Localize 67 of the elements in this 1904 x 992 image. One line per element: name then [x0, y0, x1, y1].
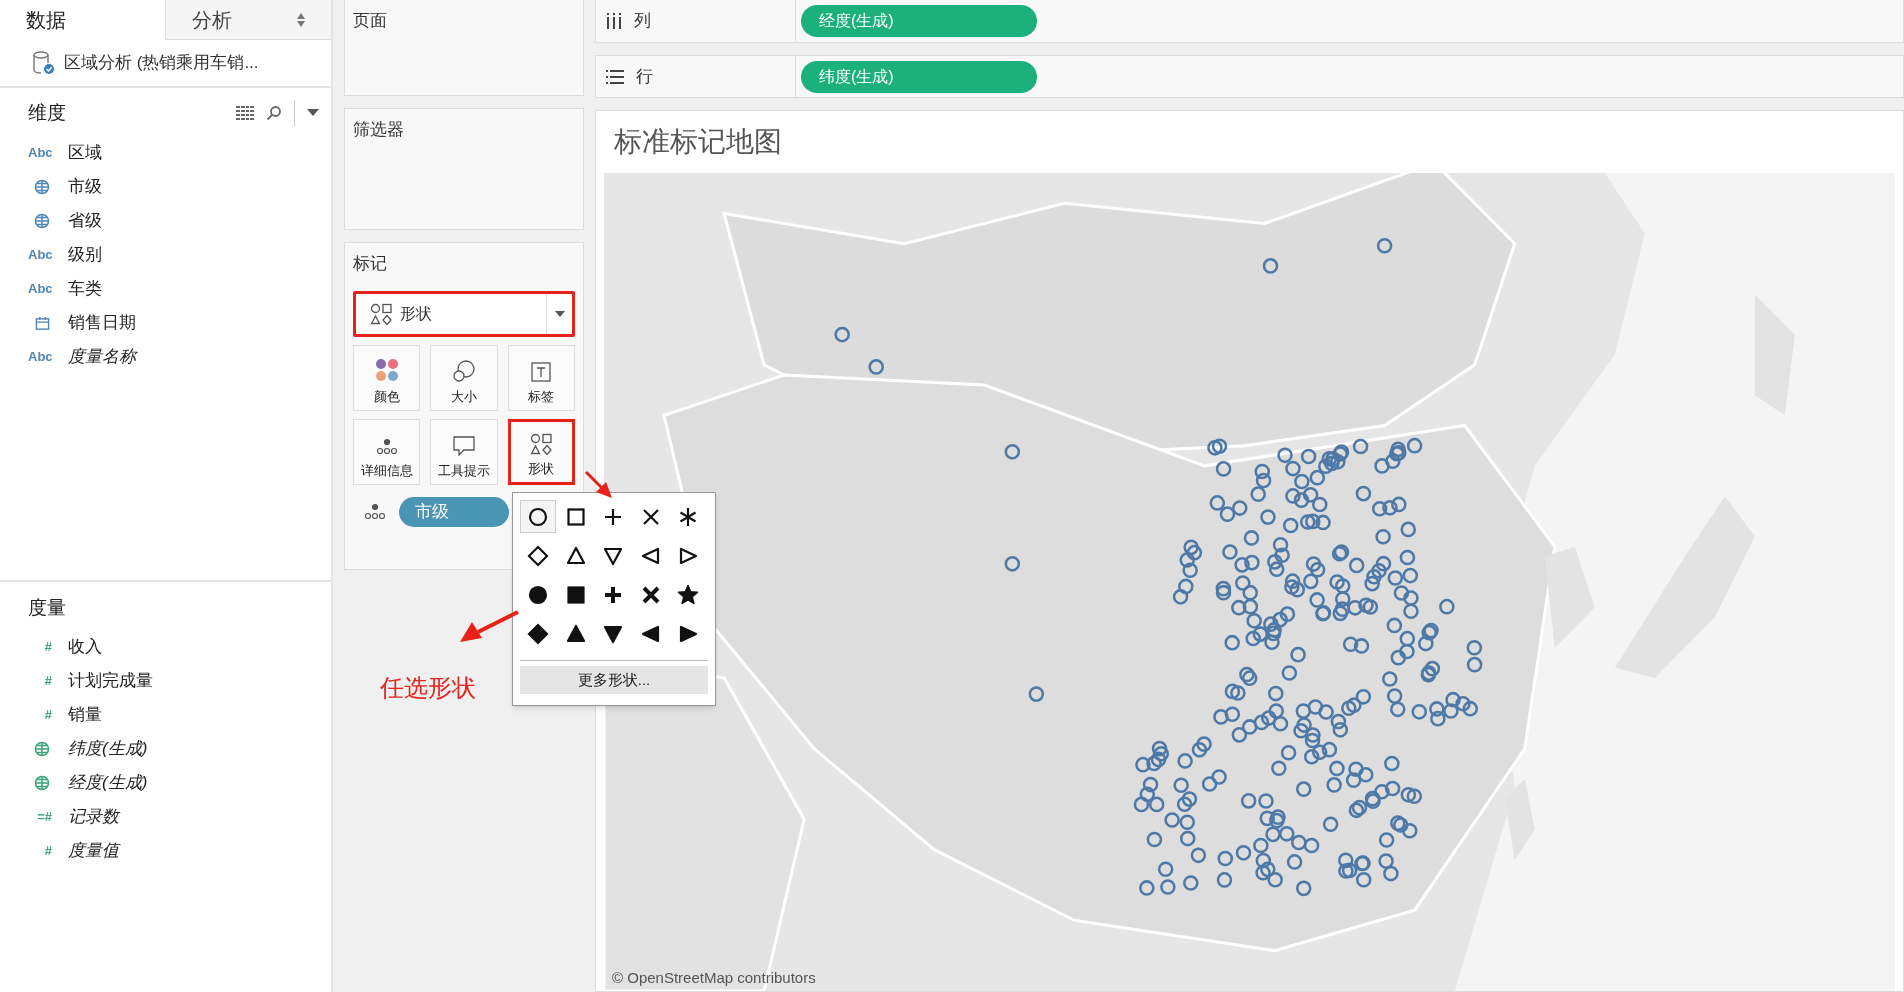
type-label: # [43, 672, 53, 691]
type-label: # [43, 638, 53, 657]
annotation-arrow [584, 470, 614, 500]
dots-icon [374, 437, 399, 457]
field-name[interactable]: 收入 [68, 634, 102, 660]
shapes-icon [530, 433, 553, 455]
pane-tab[interactable]: 分析 [165, 0, 331, 40]
mark-property-button[interactable]: 大小 [430, 344, 498, 411]
mark-type-dropdown[interactable]: 形状 [353, 290, 575, 337]
database-icon [32, 50, 56, 76]
calendar-icon [34, 315, 50, 331]
text-icon [530, 361, 553, 383]
field-name[interactable]: 销量 [68, 702, 102, 728]
field-name[interactable]: 区域 [68, 140, 102, 166]
annotation-arrow [458, 610, 520, 644]
mark-property-button[interactable]: 标签 [507, 344, 575, 411]
mark-property-button[interactable]: 工具提示 [430, 418, 498, 485]
dots-icon [373, 357, 400, 383]
columns-icon [606, 13, 622, 29]
type-label: # [43, 842, 53, 861]
field-name[interactable]: 记录数 [68, 804, 119, 830]
shape-option[interactable] [520, 500, 556, 533]
field-name[interactable]: 度量值 [68, 838, 119, 864]
card-title: 筛选器 [353, 120, 404, 139]
globe-icon [34, 741, 50, 757]
mark-property-button[interactable]: 形状 [507, 418, 575, 485]
type-label: Abc [28, 348, 54, 367]
dropdown-caret-icon [554, 310, 565, 317]
type-label: =# [36, 808, 53, 827]
card-title: 标记 [353, 253, 388, 275]
shapes-icon [370, 302, 392, 325]
field-name[interactable]: 度量名称 [68, 344, 136, 370]
section-title: 维度 [28, 100, 67, 125]
circles-icon [452, 359, 476, 383]
field-name[interactable]: 级别 [68, 242, 102, 268]
worksheet-title: 标准标记地图 [613, 124, 783, 160]
field-name[interactable]: 计划完成量 [68, 668, 153, 694]
shelf-label: 列 [634, 10, 651, 33]
type-label: Abc [28, 144, 54, 163]
speech-bubble-icon [452, 435, 476, 457]
globe-icon [34, 179, 50, 195]
annotation-text: 任选形状 [380, 673, 476, 703]
rows-icon [606, 69, 624, 84]
field-name[interactable]: 省级 [68, 208, 102, 234]
field-name[interactable]: 车类 [68, 276, 102, 302]
field-name[interactable]: 市级 [68, 174, 102, 200]
mark-property-button[interactable]: 详细信息 [353, 418, 421, 485]
field-name[interactable]: 销售日期 [68, 310, 136, 336]
globe-icon [34, 775, 50, 791]
more-shapes-button[interactable]: 更多形状... [520, 666, 708, 694]
field-name[interactable]: 纬度(生成) [68, 736, 148, 762]
field-name[interactable]: 经度(生成) [68, 770, 148, 796]
shelf-label: 行 [636, 65, 653, 88]
dots-icon [363, 501, 387, 522]
search-icon[interactable] [266, 105, 282, 121]
dropdown-caret-icon[interactable] [307, 109, 319, 117]
datasource-name[interactable]: 区域分析 (热销乘用车销... [64, 50, 259, 76]
map-attribution: © OpenStreetMap contributors [612, 967, 816, 988]
list-view-icon[interactable] [236, 106, 254, 120]
sort-arrows-icon [297, 12, 305, 27]
section-title: 度量 [28, 595, 66, 620]
mark-property-button[interactable]: 颜色 [353, 344, 421, 411]
type-label: Abc [28, 280, 54, 299]
type-label: # [43, 706, 53, 725]
type-label: Abc [28, 246, 54, 265]
globe-icon [34, 213, 50, 229]
card-title: 页面 [353, 11, 387, 30]
